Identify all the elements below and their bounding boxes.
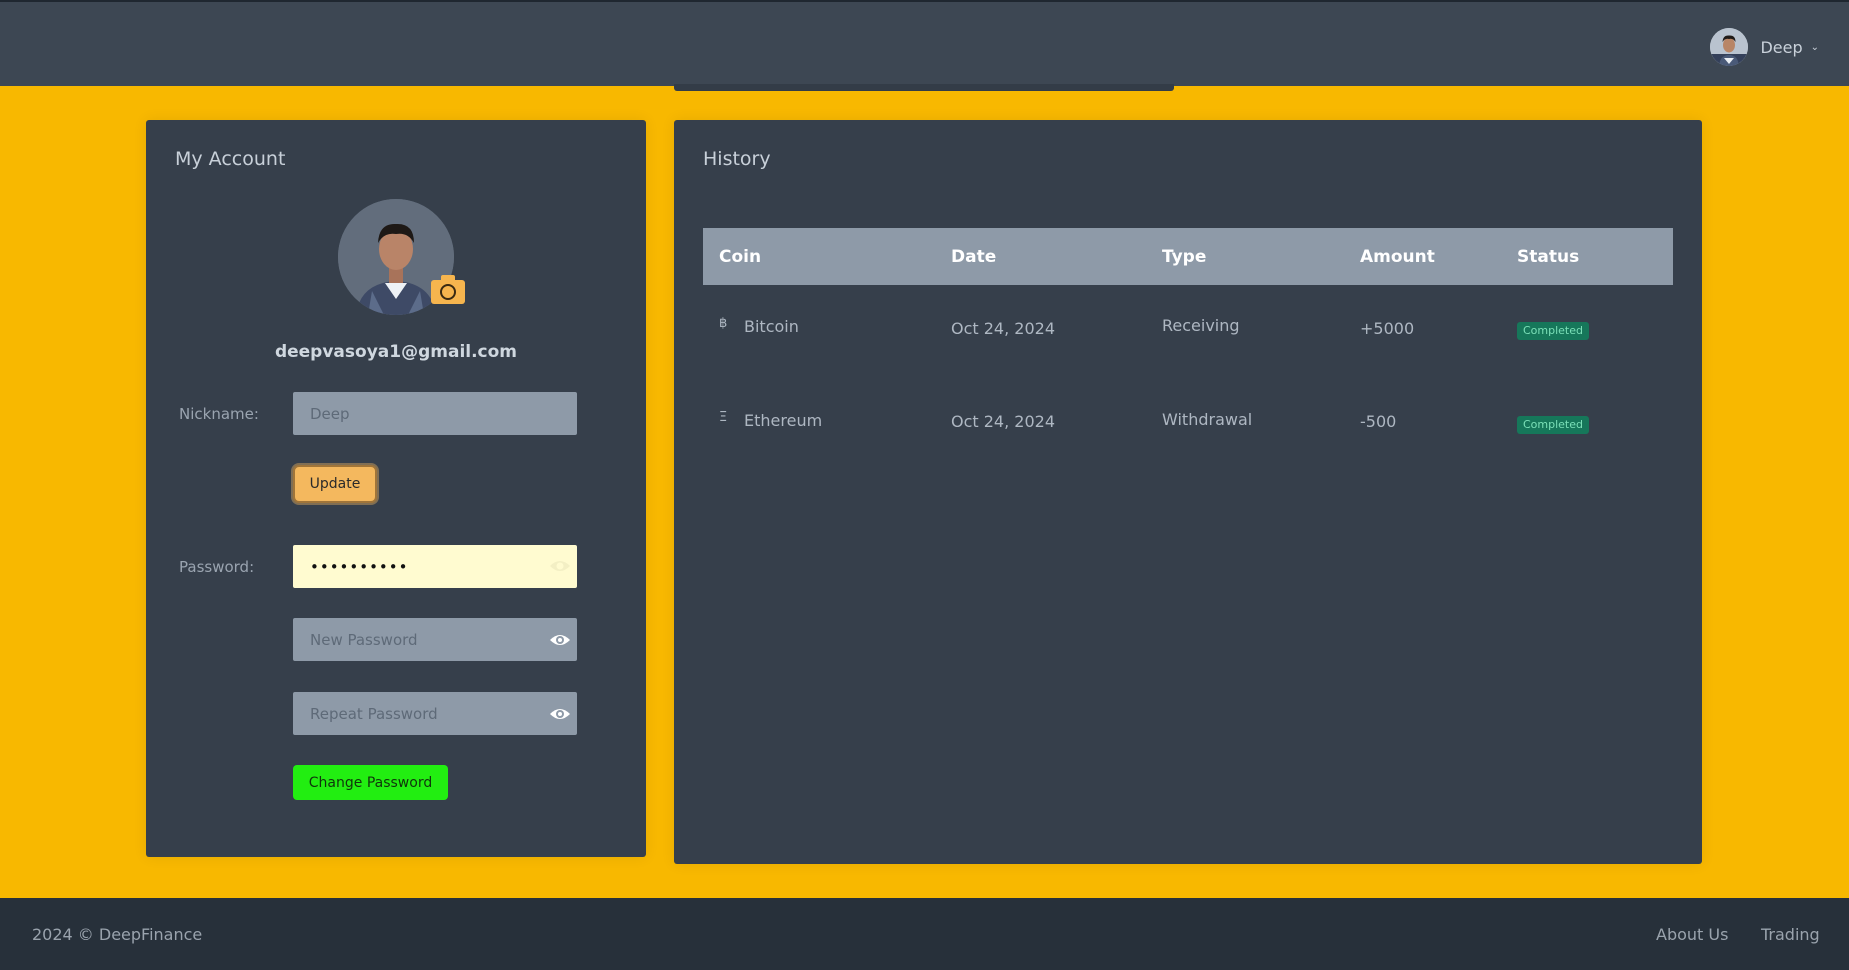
eye-icon[interactable] (549, 632, 571, 648)
table-row: Ξ Ethereum Oct 24, 2024 Withdrawal -500 … (703, 410, 1673, 470)
history-title: History (703, 148, 771, 170)
current-password-input[interactable] (293, 545, 577, 588)
table-row: ฿ Bitcoin Oct 24, 2024 Receiving +5000 C… (703, 316, 1673, 376)
column-header-amount: Amount (1360, 247, 1435, 267)
repeat-password-input[interactable] (293, 692, 577, 735)
user-menu[interactable]: Deep ⌄ (1710, 28, 1819, 66)
nickname-input[interactable] (293, 392, 577, 435)
footer: 2024 © DeepFinance About Us Trading (0, 898, 1849, 970)
column-header-type: Type (1162, 247, 1207, 267)
chevron-down-icon[interactable]: ⌄ (1811, 42, 1819, 53)
new-password-input[interactable] (293, 618, 577, 661)
user-name[interactable]: Deep (1760, 38, 1802, 57)
copyright-text: 2024 © DeepFinance (32, 925, 203, 944)
account-email: deepvasoya1@gmail.com (274, 342, 518, 362)
column-header-status: Status (1517, 247, 1580, 267)
cell-date: Oct 24, 2024 (951, 412, 1055, 431)
cell-amount: -500 (1360, 412, 1397, 431)
cell-coin: Ethereum (744, 411, 823, 430)
cell-amount: +5000 (1360, 319, 1415, 338)
change-password-button[interactable]: Change Password (293, 765, 448, 800)
eye-icon[interactable] (549, 558, 571, 574)
my-account-card: My Account deepvasoya1@gmail.com Nicknam… (146, 120, 646, 857)
history-card: History Coin Date Type Amount Status ฿ B… (674, 120, 1702, 864)
nav-indicator (674, 84, 1174, 91)
status-badge: Completed (1517, 416, 1589, 434)
camera-icon[interactable] (431, 274, 465, 304)
footer-link-trading[interactable]: Trading (1761, 925, 1820, 944)
user-avatar[interactable] (1710, 28, 1749, 66)
account-title: My Account (175, 148, 286, 170)
bitcoin-icon: ฿ (719, 316, 728, 331)
top-navbar: Deep ⌄ (0, 0, 1849, 86)
table-header: Coin Date Type Amount Status (703, 228, 1673, 285)
cell-date: Oct 24, 2024 (951, 319, 1055, 338)
nickname-label: Nickname: (179, 405, 259, 423)
password-label: Password: (179, 558, 255, 576)
footer-link-about-us[interactable]: About Us (1656, 925, 1728, 944)
cell-coin: Bitcoin (744, 317, 799, 336)
update-button[interactable]: Update (293, 465, 377, 503)
column-header-date: Date (951, 247, 997, 267)
column-header-coin: Coin (719, 247, 762, 267)
ethereum-icon: Ξ (719, 410, 728, 425)
cell-type: Receiving (1162, 316, 1240, 335)
eye-icon[interactable] (549, 706, 571, 722)
status-badge: Completed (1517, 322, 1589, 340)
cell-type: Withdrawal (1162, 410, 1253, 429)
